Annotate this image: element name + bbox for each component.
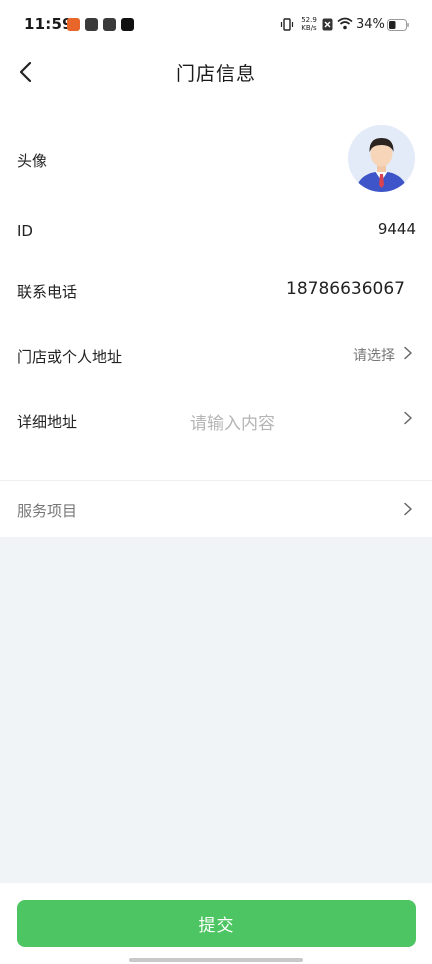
divider (0, 480, 432, 481)
battery-percent: 34% (356, 17, 385, 32)
chevron-right-icon (404, 411, 412, 425)
avatar-image (348, 125, 415, 192)
tiktok-notification-icon (121, 18, 134, 31)
id-label: ID (17, 222, 33, 240)
wifi-icon (337, 17, 353, 30)
submit-button[interactable]: 提交 (17, 900, 416, 947)
nav-bar: 门店信息 (0, 50, 432, 94)
mail-notification-icon (103, 18, 116, 31)
address-label: 门店或个人地址 (17, 348, 123, 366)
link-notification-icon (85, 18, 98, 31)
app-notification-icon (67, 18, 80, 31)
avatar[interactable] (348, 125, 415, 192)
battery-icon (387, 19, 409, 31)
net-speed-unit: KB/s (301, 24, 317, 32)
screen: 11:59 52.9 KB/s 34% 门店信息 头像 ID 9444 联系电话… (0, 0, 432, 964)
phone-value: 18786636067 (286, 279, 405, 299)
content-background (0, 537, 432, 883)
vibrate-icon (280, 18, 294, 31)
address-select-hint[interactable]: 请选择 (353, 345, 395, 365)
net-speed-value: 52.9 (301, 16, 317, 24)
detail-address-label: 详细地址 (17, 413, 78, 431)
net-speed: 52.9 KB/s (298, 16, 320, 32)
detail-address-input[interactable]: 请输入内容 (190, 409, 275, 434)
no-sim-icon (322, 18, 333, 31)
page-title: 门店信息 (175, 63, 256, 85)
status-time: 11:59 (24, 15, 73, 33)
avatar-label: 头像 (17, 152, 48, 170)
id-value: 9444 (377, 220, 416, 238)
home-indicator[interactable] (129, 958, 303, 962)
chevron-right-icon (404, 346, 412, 360)
phone-label: 联系电话 (17, 283, 78, 301)
service-items-label: 服务项目 (17, 502, 78, 520)
status-bar: 11:59 52.9 KB/s 34% (0, 0, 432, 50)
chevron-right-icon (404, 502, 412, 516)
